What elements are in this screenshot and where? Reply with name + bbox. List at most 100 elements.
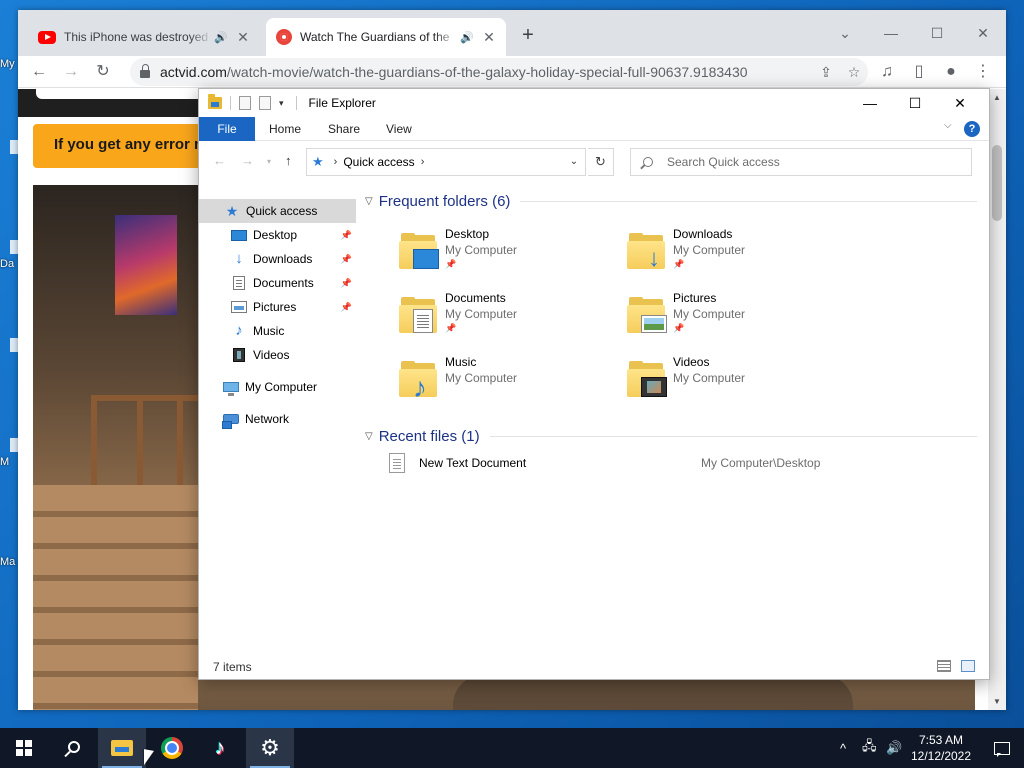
folder-tile-pictures[interactable]: Pictures My Computer 📌	[627, 291, 847, 347]
folder-icon	[399, 233, 439, 269]
recent-files-header[interactable]: ▽ Recent files (1)	[365, 428, 977, 445]
folder-tile-desktop[interactable]: Desktop My Computer 📌	[399, 227, 619, 283]
chrome-icon	[161, 737, 183, 759]
side-panel-icon[interactable]: ▯	[906, 59, 932, 85]
tab-search-icon[interactable]: ⌄	[822, 18, 868, 48]
breadcrumb-chevron-icon[interactable]: ›	[421, 156, 425, 168]
clock[interactable]: 7:53 AM 12/12/2022	[904, 732, 978, 764]
taskbar-settings[interactable]: ⚙	[246, 728, 294, 768]
new-folder-icon[interactable]	[259, 96, 271, 110]
new-tab-button[interactable]: +	[516, 24, 540, 47]
refresh-button[interactable]: ↻	[588, 148, 614, 176]
folder-tile-downloads[interactable]: ↓ Downloads My Computer 📌	[627, 227, 847, 283]
desktop-shortcut-icon[interactable]	[10, 240, 18, 254]
sidebar-item-videos[interactable]: Videos	[199, 343, 356, 367]
lock-icon[interactable]	[140, 64, 150, 78]
back-button[interactable]: ←	[26, 59, 52, 85]
desktop-icon-label[interactable]: My	[0, 58, 15, 70]
ribbon-tab-share[interactable]: Share	[314, 117, 374, 141]
sidebar-item-downloads[interactable]: ↓ Downloads 📌	[199, 247, 356, 271]
sidebar-item-documents[interactable]: Documents 📌	[199, 271, 356, 295]
folder-tile-documents[interactable]: Documents My Computer 📌	[399, 291, 619, 347]
folder-name: Pictures	[673, 291, 717, 305]
sidebar-item-quick-access[interactable]: ★ Quick access	[199, 199, 356, 223]
close-button[interactable]: ✕	[937, 89, 983, 117]
search-input[interactable]: Search Quick access	[630, 148, 972, 176]
collapse-caret-icon[interactable]: ▽	[365, 431, 373, 442]
ribbon-tab-file[interactable]: File	[199, 117, 255, 141]
tab-close-icon[interactable]: ✕	[234, 29, 252, 46]
collapse-caret-icon[interactable]: ▽	[365, 196, 373, 207]
show-hidden-icons-chevron-icon[interactable]: ^	[840, 728, 846, 768]
scrollbar-thumb[interactable]	[992, 145, 1002, 221]
taskbar-file-explorer[interactable]	[98, 728, 146, 768]
sidebar-item-desktop[interactable]: Desktop 📌	[199, 223, 356, 247]
desktop-shortcut-icon[interactable]	[10, 140, 18, 154]
minimize-button[interactable]: —	[868, 18, 914, 48]
desktop-icon-label[interactable]: Da	[0, 258, 14, 270]
forward-arrow-icon[interactable]: →	[241, 153, 254, 168]
recent-file-row[interactable]: New Text Document My Computer\Desktop	[389, 451, 969, 475]
maximize-button[interactable]: ☐	[914, 18, 960, 48]
page-scrollbar[interactable]: ▲ ▼	[988, 89, 1006, 710]
taskbar-tiktok[interactable]: ♪	[196, 728, 244, 768]
up-arrow-icon[interactable]: ↑	[285, 153, 292, 168]
profile-avatar-icon[interactable]: ●	[938, 59, 964, 85]
frequent-folders-header[interactable]: ▽ Frequent folders (6)	[365, 193, 977, 210]
desktop-icon-label[interactable]: Ma	[0, 556, 15, 568]
desktop-shortcut-icon[interactable]	[10, 438, 18, 452]
audio-playing-icon[interactable]: 🔊	[212, 31, 230, 44]
properties-icon[interactable]	[239, 96, 251, 110]
forward-button[interactable]: →	[58, 59, 84, 85]
taskbar-search-button[interactable]	[48, 728, 96, 768]
chrome-menu-icon[interactable]: ⋮	[970, 59, 996, 85]
sidebar-item-pictures[interactable]: Pictures 📌	[199, 295, 356, 319]
expand-ribbon-icon[interactable]: ⌵	[944, 120, 952, 131]
tab-iphone-video[interactable]: This iPhone was destroyed in 🔊 ✕	[28, 18, 260, 56]
action-center-button[interactable]	[980, 728, 1024, 768]
maximize-button[interactable]: ☐	[892, 89, 938, 117]
breadcrumb-chevron-icon[interactable]: ›	[334, 156, 338, 168]
sidebar-item-music[interactable]: ♪ Music	[199, 319, 356, 343]
large-icons-view-icon[interactable]	[961, 660, 975, 672]
tab-guardians-movie[interactable]: Watch The Guardians of the 🔊 ✕	[266, 18, 506, 56]
text-file-icon	[389, 453, 405, 473]
details-view-icon[interactable]	[937, 660, 951, 672]
start-button[interactable]	[0, 728, 48, 768]
desktop-icon-label[interactable]: M	[0, 456, 9, 468]
tab-close-icon[interactable]: ✕	[480, 29, 498, 46]
close-button[interactable]: ✕	[960, 18, 1006, 48]
sidebar-item-network[interactable]: Network	[199, 407, 356, 431]
address-bar[interactable]: ★ › Quick access › ⌄	[306, 148, 586, 176]
address-bar[interactable]: actvid.com/watch-movie/watch-the-guardia…	[130, 58, 868, 86]
volume-icon[interactable]: 🔊	[886, 728, 902, 768]
share-icon[interactable]: ⇪	[812, 64, 840, 81]
taskbar-chrome[interactable]	[148, 728, 196, 768]
network-icon[interactable]: 🖧	[862, 728, 877, 768]
address-dropdown-icon[interactable]: ⌄	[563, 149, 585, 175]
breadcrumb-quick-access[interactable]: Quick access	[343, 155, 414, 169]
folder-tile-videos[interactable]: Videos My Computer	[627, 355, 847, 411]
explorer-app-icon[interactable]	[208, 94, 222, 109]
sidebar-item-label: Downloads	[253, 252, 313, 266]
scroll-down-icon[interactable]: ▼	[992, 697, 1002, 706]
bookmark-star-icon[interactable]: ☆	[840, 64, 868, 81]
help-icon[interactable]: ?	[964, 121, 980, 137]
reload-button[interactable]: ↻	[90, 59, 116, 85]
folder-tile-music[interactable]: ♪ Music My Computer	[399, 355, 619, 411]
media-controls-icon[interactable]: ♫	[874, 59, 900, 85]
sidebar-item-label: Network	[245, 412, 290, 426]
customize-toolbar-dropdown-icon[interactable]: ▾	[279, 98, 284, 109]
explorer-title-bar[interactable]: ▾ File Explorer — ☐ ✕	[199, 89, 989, 117]
minimize-button[interactable]: —	[847, 89, 893, 117]
recent-locations-icon[interactable]: ▾	[267, 157, 271, 166]
scroll-up-icon[interactable]: ▲	[992, 93, 1002, 102]
url-text[interactable]: actvid.com/watch-movie/watch-the-guardia…	[160, 64, 812, 80]
desktop-shortcut-icon[interactable]	[10, 338, 18, 352]
ribbon-tab-home[interactable]: Home	[255, 117, 315, 141]
pin-icon: 📌	[340, 301, 352, 312]
audio-playing-icon[interactable]: 🔊	[458, 31, 476, 44]
back-arrow-icon[interactable]: ←	[213, 153, 226, 168]
sidebar-item-my-computer[interactable]: My Computer	[199, 375, 356, 399]
ribbon-tab-view[interactable]: View	[372, 117, 426, 141]
